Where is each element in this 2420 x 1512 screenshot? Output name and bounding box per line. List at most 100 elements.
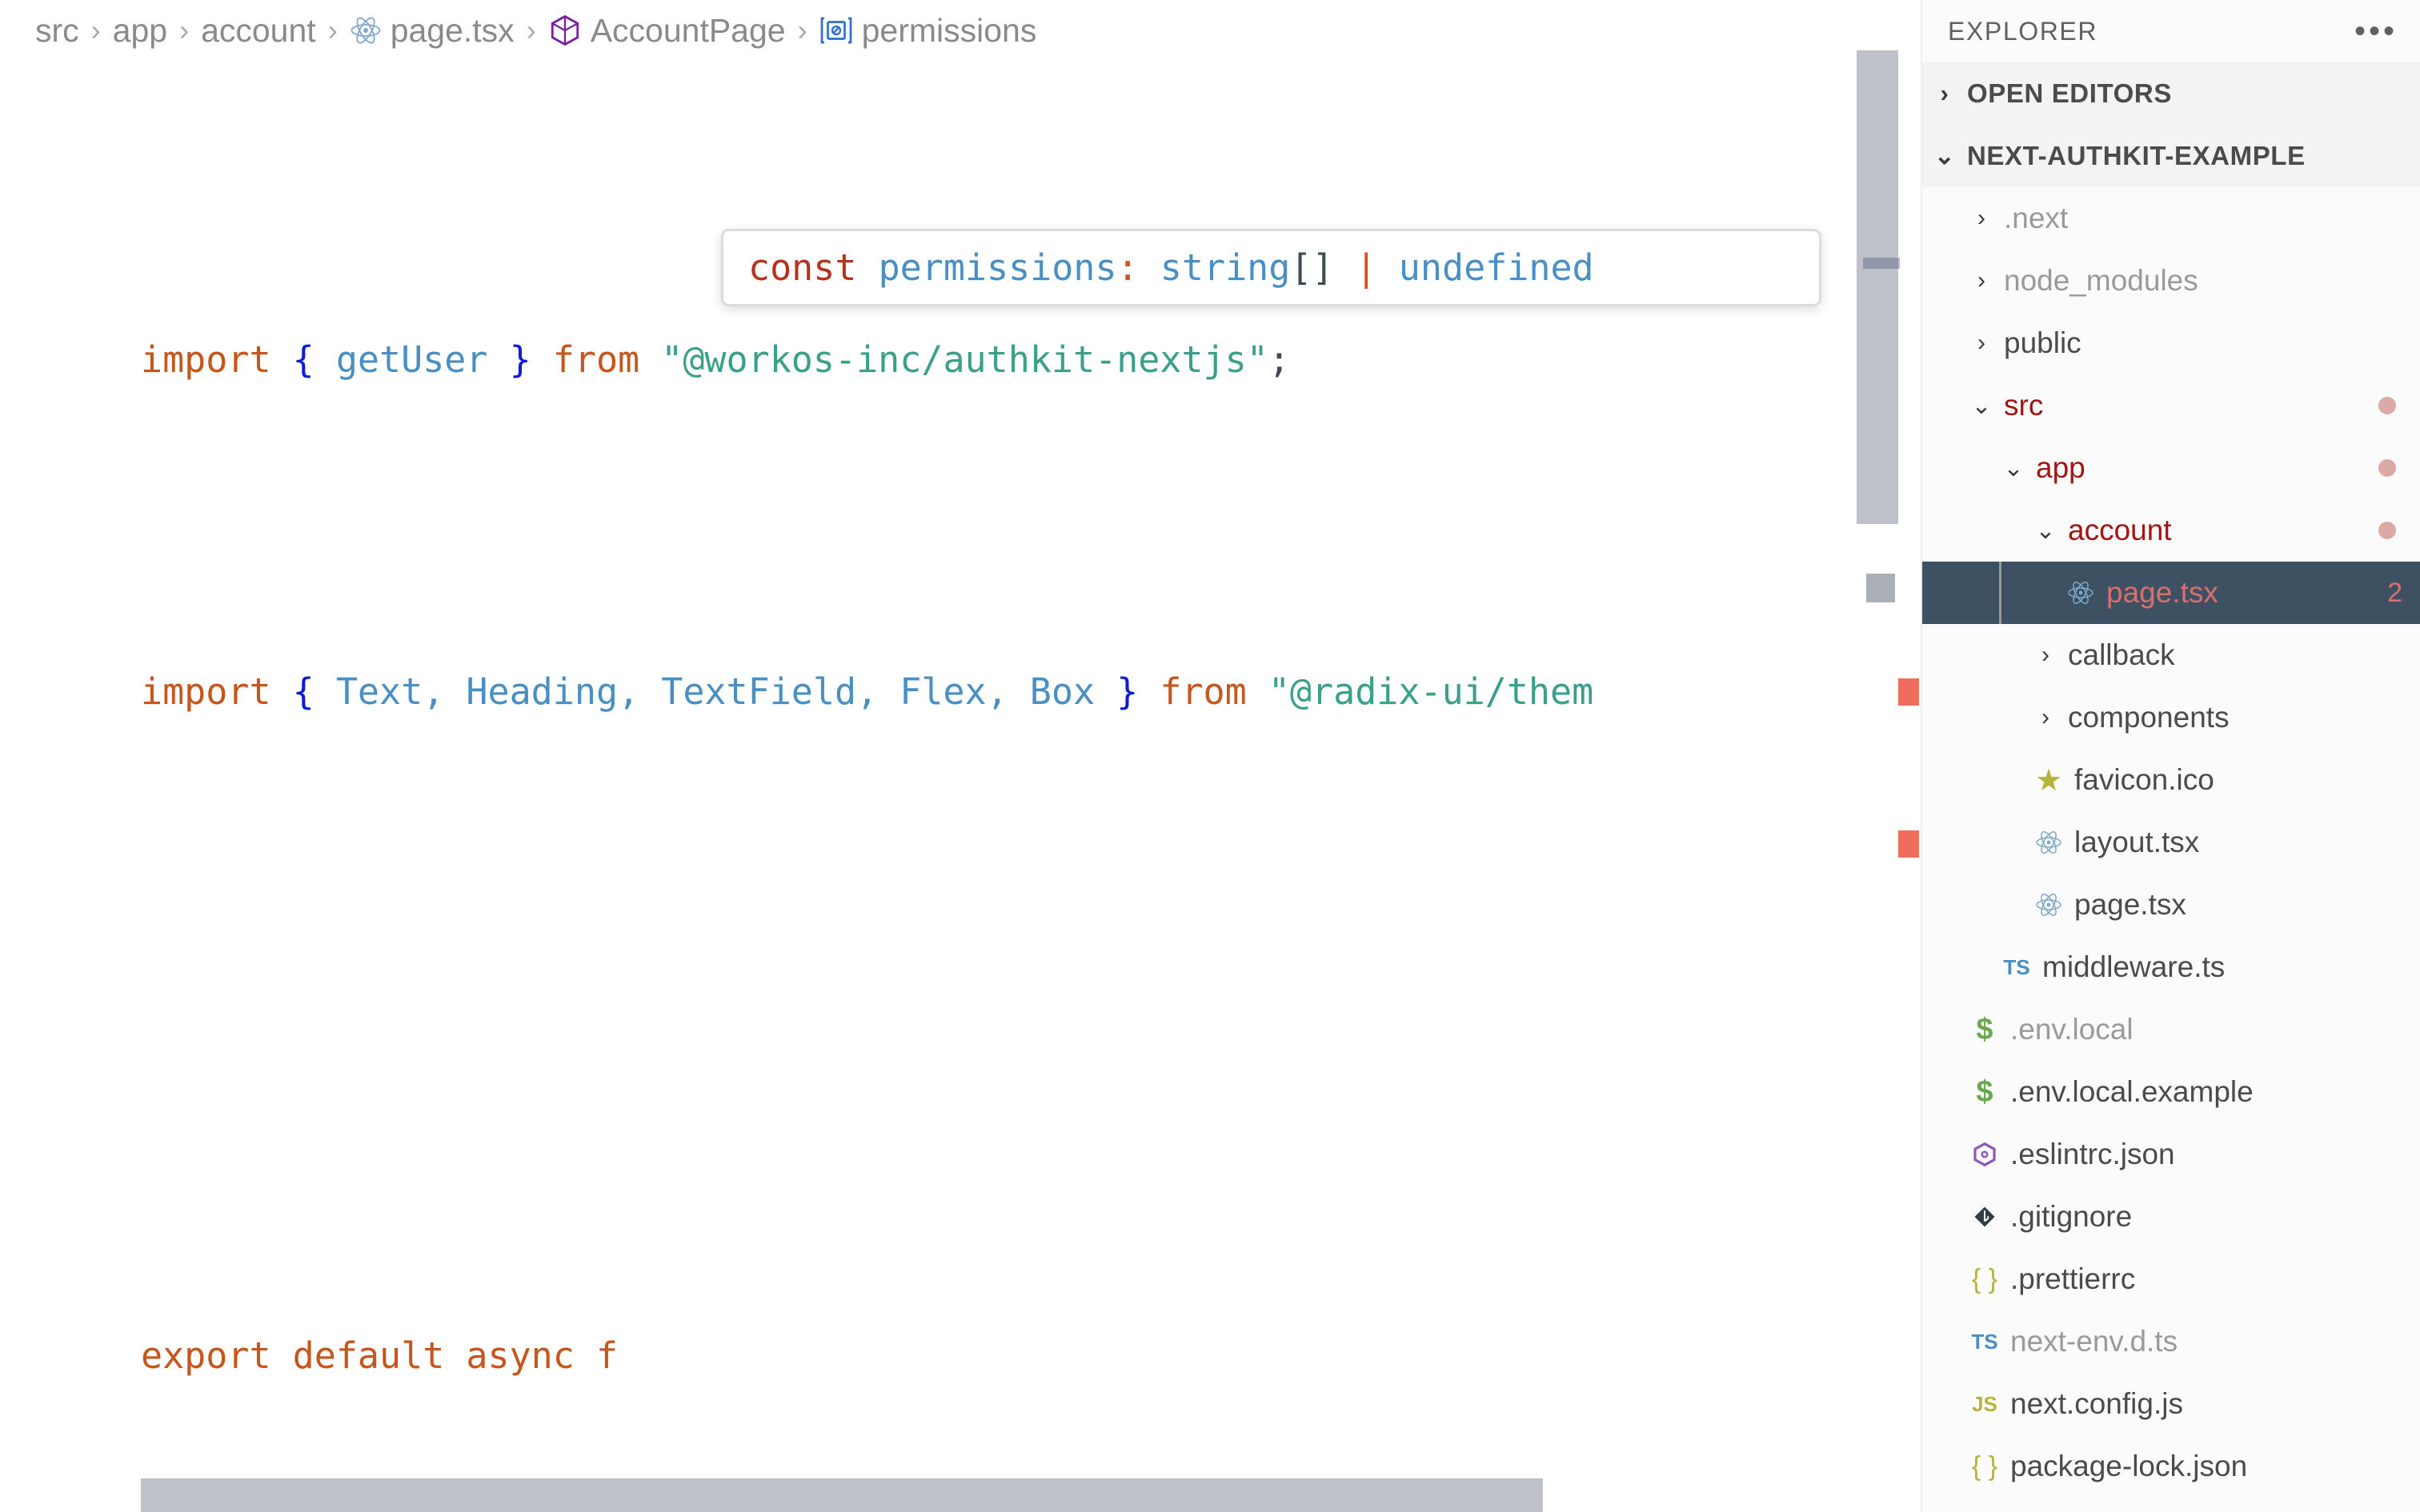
tooltip-colon: : — [1117, 246, 1160, 289]
explorer-item-favicon-ico[interactable]: ★favicon.ico — [1922, 749, 2420, 811]
token-punctuation: ; — [1268, 338, 1290, 381]
explorer-item-label: public — [1999, 326, 2081, 360]
explorer-item-next-config-js[interactable]: JSnext.config.js — [1922, 1373, 2420, 1435]
explorer-item-layout-tsx[interactable]: layout.tsx — [1922, 811, 2420, 874]
scrollbar-decoration-selection — [1863, 258, 1900, 269]
token-keyword: import — [141, 670, 271, 713]
breadcrumb-label: account — [201, 12, 316, 50]
chevron-right-icon[interactable]: › — [2028, 642, 2063, 669]
explorer-item-env-local[interactable]: $.env.local — [1922, 998, 2420, 1061]
explorer-item-next[interactable]: ›.next — [1922, 187, 2420, 250]
breadcrumb-item-account[interactable]: account — [201, 12, 316, 50]
js-icon: JS — [1964, 1392, 2005, 1417]
explorer-item-label: .env.local.example — [2005, 1075, 2254, 1109]
chevron-down-icon[interactable]: ⌄ — [2028, 517, 2063, 545]
explorer-section-label: OPEN EDITORS — [1967, 78, 2172, 109]
eslint-icon — [1964, 1142, 2005, 1167]
chevron-down-icon[interactable]: ⌄ — [1996, 454, 2031, 482]
star-icon: ★ — [2028, 762, 2069, 798]
explorer-item-label: node_modules — [1999, 264, 2198, 298]
tooltip-type: string — [1160, 246, 1291, 289]
hover-tooltip: const permissions: string[] | undefined — [721, 229, 1821, 306]
breadcrumb-item-src[interactable]: src — [35, 12, 79, 50]
json-icon: { } — [1964, 1451, 2005, 1482]
explorer-item-label: layout.tsx — [2069, 826, 2199, 859]
token-identifier: Text, Heading, TextField, Flex, Box — [315, 670, 1116, 713]
chevron-right-icon[interactable]: › — [1964, 267, 1999, 294]
vertical-scrollbar[interactable] — [1857, 0, 1898, 1512]
chevron-right-icon: › — [1922, 79, 1967, 108]
problem-count-badge: 2 — [2387, 578, 2402, 609]
explorer-sidebar: EXPLORER ••• › OPEN EDITORS ⌄ NEXT-AUTHK… — [1921, 0, 2420, 1512]
chevron-right-icon[interactable]: › — [1964, 330, 1999, 357]
explorer-item-callback[interactable]: ›callback — [1922, 624, 2420, 686]
explorer-item-eslintrc-json[interactable]: .eslintrc.json — [1922, 1123, 2420, 1186]
modified-dot-icon — [2378, 522, 2396, 539]
breadcrumb-item-app[interactable]: app — [113, 12, 167, 50]
explorer-section-open-editors[interactable]: › OPEN EDITORS — [1922, 62, 2420, 125]
breadcrumb: src › app › account › page.tsx › Account… — [0, 0, 1921, 61]
breadcrumb-item-accountpage[interactable]: AccountPage — [548, 12, 786, 50]
chevron-down-icon: ⌄ — [1922, 142, 1967, 170]
git-icon — [1964, 1205, 2005, 1229]
breadcrumb-item-permissions[interactable]: permissions — [819, 12, 1037, 50]
explorer-item-prettierrc[interactable]: { }.prettierrc — [1922, 1248, 2420, 1310]
explorer-item-middleware-ts[interactable]: TSmiddleware.ts — [1922, 936, 2420, 998]
vertical-scrollbar-thumb[interactable] — [1857, 50, 1898, 524]
token-brace: } — [510, 338, 531, 381]
ts-icon: TS — [1964, 1330, 2005, 1354]
horizontal-scrollbar-thumb[interactable] — [141, 1478, 1543, 1512]
explorer-item-account[interactable]: ⌄account — [1922, 499, 2420, 562]
modified-dot-icon — [2378, 459, 2396, 477]
explorer-item-src[interactable]: ⌄src — [1922, 374, 2420, 437]
token-keyword: from — [531, 338, 662, 381]
token-keyword: import — [141, 338, 271, 381]
more-actions-icon[interactable]: ••• — [2354, 15, 2398, 47]
chevron-right-icon[interactable]: › — [2028, 704, 2063, 731]
breadcrumb-separator: › — [91, 14, 101, 47]
react-icon — [350, 14, 382, 46]
tooltip-keyword: const — [748, 246, 856, 289]
breadcrumb-item-page-tsx[interactable]: page.tsx — [350, 12, 515, 50]
explorer-item-label: .next — [1999, 202, 2068, 235]
react-icon — [2028, 891, 2069, 918]
explorer-item-env-local-example[interactable]: $.env.local.example — [1922, 1061, 2420, 1123]
breadcrumb-separator: › — [527, 14, 536, 47]
breadcrumb-label: AccountPage — [591, 12, 786, 50]
code-line-4: export default async f — [0, 1322, 1921, 1389]
explorer-item-page-tsx[interactable]: page.tsx — [1922, 874, 2420, 936]
explorer-item-label: .gitignore — [2005, 1200, 2132, 1234]
explorer-title: EXPLORER — [1948, 17, 2097, 46]
error-marker[interactable] — [1898, 830, 1919, 858]
explorer-item-page-tsx[interactable]: page.tsx 2 — [1922, 562, 2420, 624]
explorer-item-gitignore[interactable]: .gitignore — [1922, 1186, 2420, 1248]
explorer-item-public[interactable]: ›public — [1922, 312, 2420, 374]
vscode-window: src › app › account › page.tsx › Account… — [0, 0, 2420, 1512]
explorer-item-label: package-lock.json — [2005, 1450, 2247, 1483]
chevron-down-icon[interactable]: ⌄ — [1964, 392, 1999, 420]
explorer-item-package-lock-json[interactable]: { }package-lock.json — [1922, 1435, 2420, 1498]
tooltip-undefined: undefined — [1399, 246, 1594, 289]
cube-purple-icon — [548, 14, 582, 47]
breadcrumb-label: page.tsx — [391, 12, 515, 50]
explorer-item-next-env-d-ts[interactable]: TSnext-env.d.ts — [1922, 1310, 2420, 1373]
explorer-file-tree: ›.next›node_modules›public⌄src⌄app⌄accou… — [1922, 187, 2420, 1512]
chevron-right-icon[interactable]: › — [1964, 205, 1999, 232]
explorer-item-label: .eslintrc.json — [2005, 1138, 2175, 1171]
dollar-icon: $ — [1964, 1013, 2005, 1047]
tooltip-union-pipe: | — [1334, 246, 1399, 289]
variable-blue-icon — [819, 16, 853, 45]
explorer-item-node-modules[interactable]: ›node_modules — [1922, 250, 2420, 312]
error-marker[interactable] — [1898, 678, 1919, 706]
token-identifier: getUser — [315, 338, 510, 381]
explorer-item-label: page.tsx — [2101, 576, 2218, 610]
explorer-item[interactable]: { } — [1922, 1498, 2420, 1512]
explorer-item-label: page.tsx — [2069, 888, 2186, 922]
explorer-item-app[interactable]: ⌄app — [1922, 437, 2420, 499]
react-icon — [2060, 579, 2101, 606]
explorer-section-workspace[interactable]: ⌄ NEXT-AUTHKIT-EXAMPLE — [1922, 125, 2420, 187]
explorer-item-label: components — [2063, 701, 2230, 734]
explorer-item-components[interactable]: ›components — [1922, 686, 2420, 749]
token-keyword: export default async f — [141, 1334, 618, 1377]
token-string: "@radix-ui/them — [1268, 670, 1593, 713]
